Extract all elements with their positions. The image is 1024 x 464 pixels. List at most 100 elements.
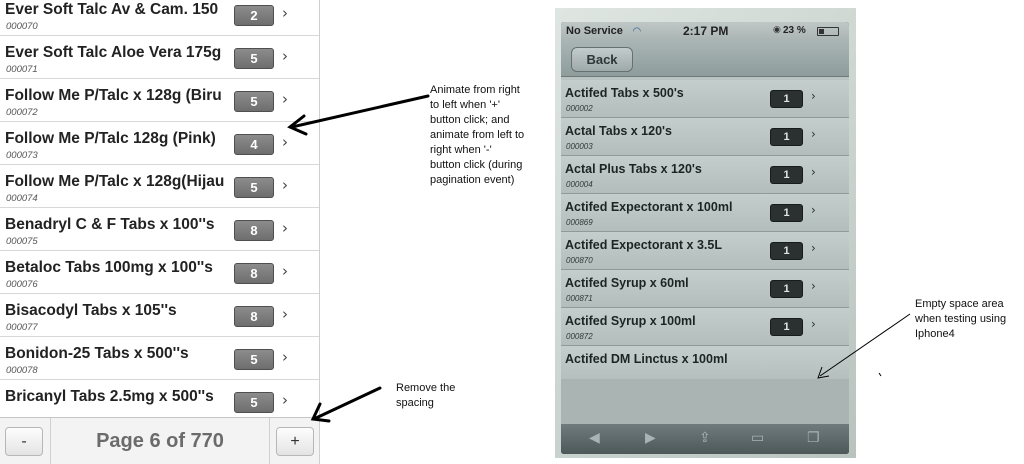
phone-item-name: Actifed Syrup x 100ml	[565, 314, 696, 328]
pager-divider	[269, 418, 270, 464]
back-button[interactable]: Back	[571, 47, 633, 72]
rotation-lock-icon: ◉	[773, 25, 781, 35]
phone-item-name: Actifed Syrup x 60ml	[565, 276, 689, 290]
item-code: 000072	[6, 107, 38, 118]
list-item[interactable]: Ever Soft Talc Av & Cam. 150 000070 2 ›	[0, 0, 319, 36]
bookmarks-icon[interactable]: ▭	[751, 430, 764, 446]
item-name: Ever Soft Talc Aloe Vera 175g	[5, 44, 222, 61]
battery-percent: 23 %	[783, 25, 806, 36]
animate-note: Animate from right to left when '+' butt…	[430, 83, 524, 188]
chevron-right-icon: ›	[811, 203, 816, 217]
phone-list-item[interactable]: Actifed Expectorant x 3.5L 000870 1 ›	[561, 232, 849, 270]
count-badge: 4	[234, 134, 274, 155]
pagination-bar: - Page 6 of 770 +	[0, 417, 319, 464]
chevron-right-icon: ›	[811, 89, 816, 103]
iphone-photo: No Service ◠ 2:17 PM ◉ 23 % Back Actifed…	[555, 8, 856, 458]
phone-count-badge: 1	[770, 128, 803, 146]
back-arrow-icon[interactable]: ◀	[589, 430, 600, 446]
count-badge: 8	[234, 306, 274, 327]
chevron-right-icon: ›	[282, 348, 288, 366]
phone-list-item[interactable]: Actifed Expectorant x 100ml 000869 1 ›	[561, 194, 849, 232]
chevron-right-icon: ›	[282, 133, 288, 151]
phone-item-name: Actifed DM Linctus x 100ml	[565, 352, 728, 366]
item-code: 000075	[6, 236, 38, 247]
item-name: Ever Soft Talc Av & Cam. 150	[5, 1, 219, 18]
empty-space-note-line: when testing using	[915, 313, 1007, 325]
phone-item-code: 000870	[566, 256, 593, 265]
count-badge: 5	[234, 177, 274, 198]
status-bar: No Service ◠ 2:17 PM ◉ 23 %	[561, 22, 849, 41]
phone-count-badge: 1	[770, 166, 803, 184]
phone-item-code: 000872	[566, 332, 593, 341]
navigation-bar: Back	[561, 41, 849, 77]
phone-item-name: Actifed Expectorant x 3.5L	[565, 238, 722, 252]
list-item[interactable]: Follow Me P/Talc 128g (Pink) 000073 4 ›	[0, 122, 319, 165]
list-item[interactable]: Follow Me P/Talc x 128g(Hijau 000074 5 ›	[0, 165, 319, 208]
chevron-right-icon: ›	[282, 90, 288, 108]
chevron-right-icon: ›	[282, 4, 288, 22]
stray-mark	[878, 372, 882, 377]
remove-spacing-note: Remove the spacing	[396, 381, 455, 411]
chevron-right-icon: ›	[811, 127, 816, 141]
list-item[interactable]: Bisacodyl Tabs x 105''s 000077 8 ›	[0, 294, 319, 337]
phone-item-name: Actifed Tabs x 500's	[565, 86, 684, 100]
animate-note-line: to left when '+'	[430, 99, 500, 111]
phone-list-item[interactable]: Actifed Tabs x 500's 000002 1 ›	[561, 80, 849, 118]
battery-icon	[817, 27, 839, 36]
item-code: 000071	[6, 64, 38, 75]
phone-count-badge: 1	[770, 204, 803, 222]
count-badge: 8	[234, 263, 274, 284]
item-name: Betaloc Tabs 100mg x 100''s	[5, 259, 213, 276]
list-item[interactable]: Follow Me P/Talc x 128g (Biru 000072 5 ›	[0, 79, 319, 122]
phone-item-name: Actifed Expectorant x 100ml	[565, 200, 733, 214]
item-name: Follow Me P/Talc x 128g(Hijau	[5, 173, 225, 190]
forward-arrow-icon[interactable]: ▶	[645, 430, 656, 446]
previous-page-button[interactable]: -	[5, 427, 43, 456]
list-item[interactable]: Benadryl C & F Tabs x 100''s 000075 8 ›	[0, 208, 319, 251]
chevron-right-icon: ›	[282, 262, 288, 280]
phone-list-item[interactable]: Actifed DM Linctus x 100ml	[561, 346, 849, 379]
phone-list-item[interactable]: Actal Tabs x 120's 000003 1 ›	[561, 118, 849, 156]
phone-item-name: Actal Plus Tabs x 120's	[565, 162, 702, 176]
item-code: 000078	[6, 365, 38, 376]
status-time: 2:17 PM	[683, 24, 729, 38]
item-name: Bisacodyl Tabs x 105''s	[5, 302, 177, 319]
tabs-icon[interactable]: ❐	[807, 430, 820, 446]
chevron-right-icon: ›	[282, 219, 288, 237]
count-badge: 5	[234, 48, 274, 69]
product-list-panel: Ever Soft Talc Av & Cam. 150 000070 2 › Ever…	[0, 0, 320, 464]
remove-spacing-arrow	[314, 386, 382, 420]
animate-note-line: button click; and	[430, 114, 510, 126]
animate-note-line: animate from left to	[430, 129, 525, 141]
share-icon[interactable]: ⇪	[699, 430, 711, 446]
phone-list-item[interactable]: Actifed Syrup x 100ml 000872 1 ›	[561, 308, 849, 346]
count-badge: 2	[234, 5, 274, 26]
chevron-right-icon: ›	[811, 241, 816, 255]
chevron-right-icon: ›	[282, 391, 288, 409]
list-item[interactable]: Betaloc Tabs 100mg x 100''s 000076 8 ›	[0, 251, 319, 294]
page-indicator: Page 6 of 770	[96, 430, 224, 452]
count-badge: 5	[234, 392, 274, 413]
chevron-right-icon: ›	[811, 317, 816, 331]
phone-list-item[interactable]: Actal Plus Tabs x 120's 000004 1 ›	[561, 156, 849, 194]
next-page-button[interactable]: +	[276, 427, 314, 456]
phone-count-badge: 1	[770, 318, 803, 336]
phone-item-name: Actal Tabs x 120's	[565, 124, 672, 138]
item-name: Bricanyl Tabs 2.5mg x 500''s	[5, 388, 214, 405]
item-name: Benadryl C & F Tabs x 100''s	[5, 216, 215, 233]
phone-count-badge: 1	[770, 90, 803, 108]
animate-note-line: pagination event)	[430, 174, 515, 186]
empty-space-note: Empty space area when testing using Ipho…	[915, 297, 1006, 342]
list-item[interactable]: Bonidon-25 Tabs x 500''s 000078 5 ›	[0, 337, 319, 380]
iphone-screen: No Service ◠ 2:17 PM ◉ 23 % Back Actifed…	[561, 22, 849, 454]
phone-product-list: Actifed Tabs x 500's 000002 1 › Actal Tabs x…	[561, 77, 849, 379]
list-item[interactable]: Ever Soft Talc Aloe Vera 175g 000071 5 ›	[0, 36, 319, 79]
item-code: 000077	[6, 322, 38, 333]
phone-list-item[interactable]: Actifed Syrup x 60ml 000871 1 ›	[561, 270, 849, 308]
phone-item-code: 000002	[566, 104, 593, 113]
animate-note-line: right when '-'	[430, 144, 492, 156]
carrier-label: No Service	[566, 25, 623, 37]
count-badge: 5	[234, 91, 274, 112]
item-code: 000073	[6, 150, 38, 161]
chevron-right-icon: ›	[811, 165, 816, 179]
